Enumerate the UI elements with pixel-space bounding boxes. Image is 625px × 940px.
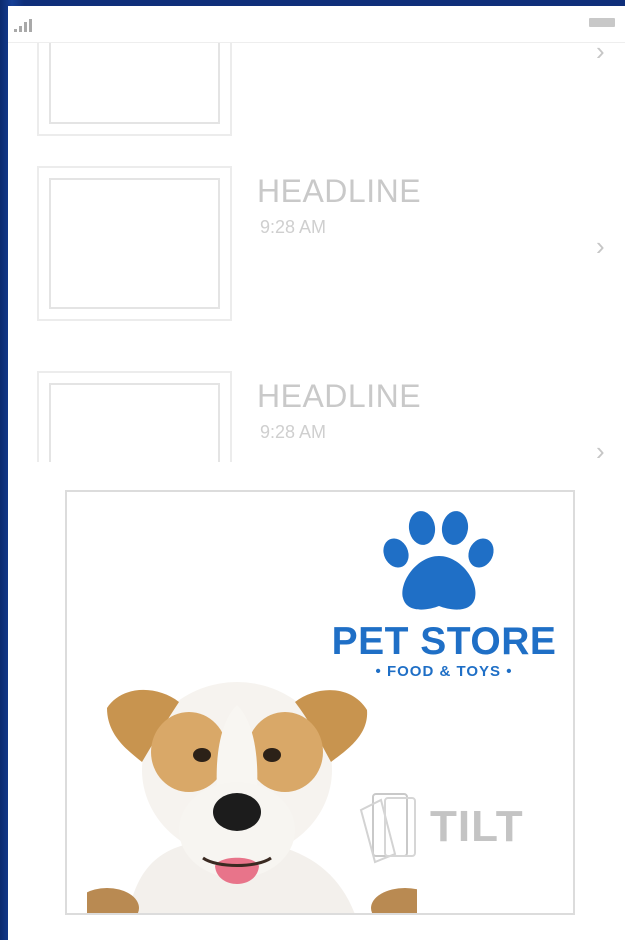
chevron-right-icon: › [596, 231, 605, 261]
list-item[interactable]: HEADLINE 9:28 AM › [8, 348, 625, 466]
item-headline: HEADLINE [257, 173, 422, 209]
ad-container: PET STORE • FOOD & TOYS • TILT [8, 462, 625, 940]
item-time: 9:28 AM [260, 422, 327, 442]
tilt-phone-icon [359, 793, 416, 864]
thumbnail-placeholder [37, 166, 232, 321]
paw-print-icon [383, 511, 494, 610]
tilt-label: TILT [430, 802, 524, 851]
battery-icon [589, 18, 615, 27]
news-feed-list: › HEADLINE 9:28 AM › HEADLINE 9:28 AM › [8, 6, 625, 466]
item-time: 9:28 AM [260, 217, 327, 237]
list-item[interactable]: HEADLINE 9:28 AM › [8, 143, 625, 350]
item-headline: HEADLINE [257, 378, 422, 414]
screen-frame: › HEADLINE 9:28 AM › HEADLINE 9:28 AM › [0, 0, 625, 940]
brand-name: PET STORE [331, 620, 557, 663]
phone-screen: › HEADLINE 9:28 AM › HEADLINE 9:28 AM › [8, 6, 625, 940]
pet-store-banner-ad[interactable]: PET STORE • FOOD & TOYS • TILT [65, 490, 575, 915]
thumbnail-placeholder [37, 371, 232, 466]
brand-tagline: • FOOD & TOYS • [375, 663, 513, 680]
signal-bars-icon [14, 16, 44, 32]
status-bar [8, 6, 625, 43]
